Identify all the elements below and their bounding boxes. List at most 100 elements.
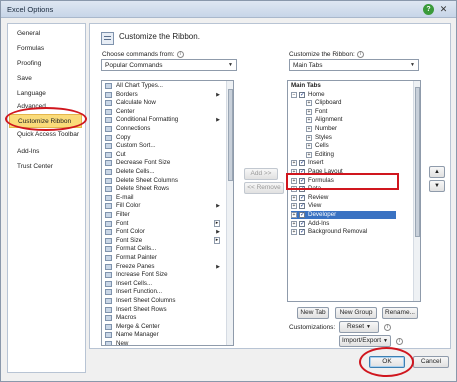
list-item[interactable]: Insert Cells... — [102, 280, 221, 288]
expand-icon[interactable]: + — [306, 134, 312, 141]
expand-icon[interactable]: + — [291, 203, 297, 210]
add-button[interactable]: Add >> — [244, 168, 278, 180]
list-item[interactable]: Delete Cells... — [102, 168, 221, 176]
list-item[interactable]: Delete Sheet Columns — [102, 177, 221, 185]
sidebar-item-advanced[interactable]: Advanced — [17, 103, 46, 110]
list-item[interactable]: Custom Sort... — [102, 142, 221, 150]
expand-icon[interactable]: + — [306, 143, 312, 150]
list-item[interactable]: Font Color ▶ — [102, 228, 221, 236]
list-item[interactable]: All Chart Types... — [102, 82, 221, 90]
tab-checkbox[interactable]: ✓ — [299, 229, 305, 236]
tree-item-editing[interactable]: + Editing — [306, 151, 406, 159]
tree-item-alignment[interactable]: + Alignment — [306, 116, 406, 124]
list-item[interactable]: Insert Function... — [102, 288, 221, 296]
tree-item-view[interactable]: + ✓ View — [291, 202, 391, 210]
tab-checkbox[interactable]: ✓ — [299, 220, 305, 227]
list-item[interactable]: Format Cells... — [102, 245, 221, 253]
ok-button[interactable]: OK — [369, 356, 405, 368]
move-down-button[interactable]: ▼ — [429, 180, 445, 192]
tree-item-clipboard[interactable]: + Clipboard — [306, 99, 406, 107]
list-item[interactable]: Cut — [102, 151, 221, 159]
expand-icon[interactable]: + — [306, 125, 312, 132]
sidebar-item-formulas[interactable]: Formulas — [17, 45, 44, 52]
list-item[interactable]: Fill Color ▶ — [102, 202, 221, 210]
ribbon-tabs-tree[interactable]: Main Tabs − ✓ Home + Clipboard + Font + Alignmen… — [287, 80, 421, 302]
sidebar-item-customize-ribbon[interactable]: Customize Ribbon — [9, 114, 82, 128]
list-item[interactable]: Font ▸ — [102, 219, 221, 228]
tree-item-cells[interactable]: + Cells — [306, 142, 406, 150]
tab-checkbox[interactable]: ✓ — [299, 211, 305, 218]
tab-checkbox[interactable]: ✓ — [299, 91, 305, 98]
list-item[interactable]: Insert Sheet Columns — [102, 297, 221, 305]
expand-icon[interactable]: + — [291, 220, 297, 227]
list-item[interactable]: Increase Font Size — [102, 271, 221, 279]
cut-icon — [105, 151, 112, 158]
sidebar-item-add-ins[interactable]: Add-Ins — [17, 148, 39, 155]
expand-icon[interactable]: + — [291, 229, 297, 236]
reset-button[interactable]: Reset ▼ — [339, 321, 379, 333]
sidebar-item-proofing[interactable]: Proofing — [17, 60, 41, 67]
scrollbar-thumb[interactable] — [228, 89, 233, 181]
list-item[interactable]: E-mail — [102, 194, 221, 202]
tree-item-add-ins[interactable]: + ✓ Add-Ins — [291, 220, 391, 228]
list-item[interactable]: Filter — [102, 211, 221, 219]
cancel-button[interactable]: Cancel — [413, 356, 449, 368]
move-up-button[interactable]: ▲ — [429, 166, 445, 178]
tab-checkbox[interactable]: ✓ — [299, 194, 305, 201]
list-item[interactable]: Copy — [102, 134, 221, 142]
ribbon-tree-scrollbar[interactable] — [413, 81, 420, 301]
sidebar-item-quick-access-toolbar[interactable]: Quick Access Toolbar — [17, 131, 79, 138]
list-item[interactable]: Conditional Formatting ▶ — [102, 116, 221, 124]
tree-item-background-removal[interactable]: + ✓ Background Removal — [291, 228, 391, 236]
tree-item-developer[interactable]: + ✓ Developer — [291, 210, 396, 219]
commands-list[interactable]: All Chart Types... Borders ▶ Calculate Now C… — [101, 80, 234, 346]
expand-icon[interactable]: + — [291, 194, 297, 201]
customize-ribbon-dropdown[interactable]: Main Tabs ▼ — [289, 59, 419, 71]
tree-item-font[interactable]: + Font — [306, 108, 406, 116]
chevron-down-icon: ▼ — [383, 338, 388, 344]
choose-commands-dropdown[interactable]: Popular Commands ▼ — [101, 59, 237, 71]
list-item[interactable]: Font Size ▸ — [102, 236, 221, 245]
tree-item-number[interactable]: + Number — [306, 125, 406, 133]
import-export-button[interactable]: Import/Export ▼ — [339, 335, 391, 347]
expand-icon[interactable]: + — [306, 117, 312, 124]
list-item[interactable]: Name Manager — [102, 331, 221, 339]
tab-checkbox[interactable]: ✓ — [299, 160, 305, 167]
sidebar-item-language[interactable]: Language — [17, 90, 46, 97]
list-item[interactable]: Macros — [102, 314, 221, 322]
tree-item-insert[interactable]: + ✓ Insert — [291, 159, 391, 167]
scrollbar-thumb[interactable] — [415, 87, 420, 237]
expand-icon[interactable]: + — [291, 211, 297, 218]
list-item[interactable]: Calculate Now — [102, 99, 221, 107]
list-item[interactable]: Freeze Panes ▶ — [102, 263, 221, 271]
list-item[interactable]: Decrease Font Size — [102, 159, 221, 167]
list-item[interactable]: Borders ▶ — [102, 91, 221, 99]
commands-scrollbar[interactable] — [226, 81, 233, 345]
collapse-icon[interactable]: − — [291, 91, 297, 98]
list-item[interactable]: New — [102, 340, 221, 345]
sidebar-item-trust-center[interactable]: Trust Center — [17, 163, 53, 170]
tree-item-styles[interactable]: + Styles — [306, 134, 406, 142]
close-icon[interactable]: ✕ — [438, 4, 449, 15]
list-item[interactable]: Format Painter — [102, 254, 221, 262]
rename-button[interactable]: Rename... — [382, 307, 418, 319]
list-item[interactable]: Center — [102, 108, 221, 116]
remove-button[interactable]: << Remove — [244, 182, 284, 194]
new-group-button[interactable]: New Group — [335, 307, 377, 319]
list-item[interactable]: Delete Sheet Rows — [102, 185, 221, 193]
tree-item-home[interactable]: − ✓ Home — [291, 91, 391, 99]
expand-icon[interactable]: + — [291, 160, 297, 167]
sidebar-item-general[interactable]: General — [17, 30, 40, 37]
new-tab-button[interactable]: New Tab — [297, 307, 329, 319]
tree-item-review[interactable]: + ✓ Review — [291, 194, 391, 202]
list-item[interactable]: Merge & Center — [102, 323, 221, 331]
expand-icon[interactable]: + — [306, 151, 312, 158]
list-item[interactable]: Connections — [102, 125, 221, 133]
expand-icon[interactable]: + — [306, 100, 312, 107]
tab-checkbox[interactable]: ✓ — [299, 203, 305, 210]
expand-icon[interactable]: + — [306, 108, 312, 115]
sidebar-item-save[interactable]: Save — [17, 75, 32, 82]
list-item[interactable]: Insert Sheet Rows — [102, 306, 221, 314]
new-icon — [105, 341, 112, 345]
help-icon[interactable]: ? — [423, 4, 434, 15]
